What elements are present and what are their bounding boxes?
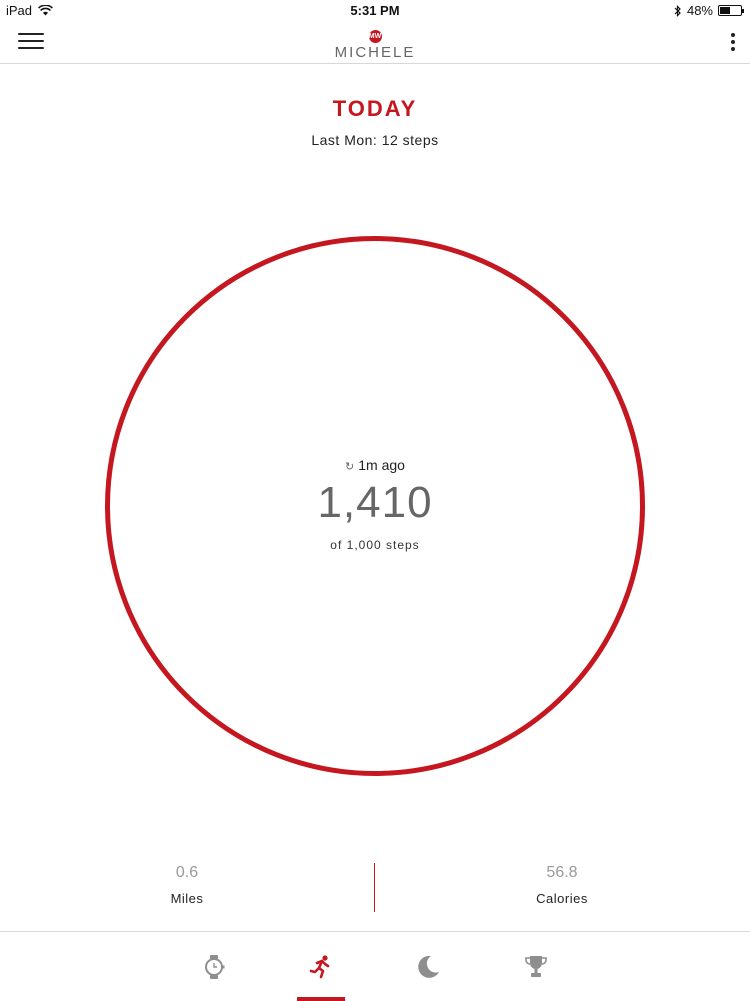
- battery-percent: 48%: [686, 3, 713, 18]
- step-count: 1,410: [317, 478, 433, 527]
- calories-stat: 56.8 Calories: [462, 864, 662, 906]
- tab-watch[interactable]: [190, 932, 238, 1001]
- page-title: TODAY: [332, 96, 418, 121]
- sync-status: ↻ 1m ago: [0, 457, 750, 473]
- calories-value: 56.8: [546, 864, 578, 881]
- moon-icon: [418, 955, 439, 978]
- calories-label: Calories: [536, 891, 588, 906]
- miles-value: 0.6: [175, 864, 199, 881]
- sync-icon: ↻: [345, 461, 355, 473]
- running-icon: [309, 954, 330, 978]
- status-right: 48%: [674, 3, 744, 18]
- stats-divider: [374, 863, 375, 912]
- bluetooth-icon: [674, 4, 681, 17]
- watch-icon: [205, 954, 225, 979]
- status-bar: iPad 5:31 PM 48%: [0, 0, 750, 22]
- last-period-summary: Last Mon: 12 steps: [311, 132, 439, 148]
- battery-level: [720, 7, 730, 14]
- tab-bar: [0, 931, 750, 1001]
- more-options-icon[interactable]: [730, 32, 736, 52]
- trophy-icon: [525, 955, 547, 977]
- status-time: 5:31 PM: [350, 3, 400, 18]
- brand: MW MICHELE: [0, 25, 750, 61]
- tab-goals[interactable]: [512, 932, 560, 1001]
- tab-activity[interactable]: [297, 932, 345, 1001]
- brand-name: MICHELE: [334, 44, 416, 61]
- brand-logo-icon: MW: [368, 30, 382, 43]
- step-goal: of 1,000 steps: [330, 538, 420, 552]
- battery-icon: [718, 5, 744, 16]
- sync-time: 1m ago: [358, 457, 405, 473]
- nav-bar: MW MICHELE: [0, 22, 750, 64]
- miles-stat: 0.6 Miles: [87, 864, 287, 906]
- active-tab-indicator: [297, 997, 345, 1001]
- tab-sleep[interactable]: [404, 932, 452, 1001]
- miles-label: Miles: [170, 891, 204, 906]
